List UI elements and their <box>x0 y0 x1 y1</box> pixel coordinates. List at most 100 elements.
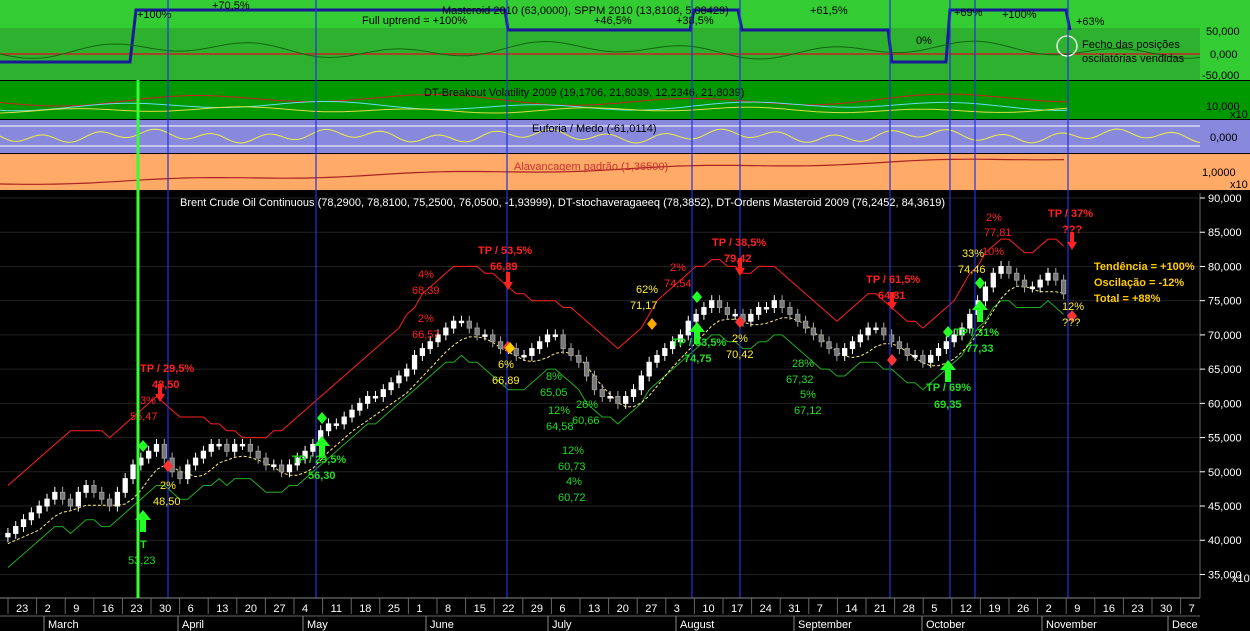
candle-body <box>200 450 207 459</box>
uptrend-note-1: Fecho das posições <box>1082 39 1180 51</box>
signal-diamond-icon <box>692 291 702 303</box>
candle-body <box>263 457 269 466</box>
candle-body <box>583 361 590 377</box>
candle-body <box>756 307 762 315</box>
x-day-label: 29 <box>531 603 543 615</box>
signal-label: 12% <box>562 445 584 457</box>
candle-body <box>130 464 136 480</box>
signal-label: 68,39 <box>412 285 440 297</box>
signal-label: 3% <box>140 395 156 407</box>
candle-body <box>1045 272 1051 281</box>
euforia-scale: 0,000 <box>1210 132 1238 144</box>
uptrend-pct-3: +38,5% <box>676 15 714 27</box>
x-day-label: 21 <box>874 603 886 615</box>
y-tick-label: 60,000 <box>1208 398 1242 410</box>
signal-label: TP / 61,5% <box>866 274 920 286</box>
candle-body <box>28 512 35 521</box>
candle-body <box>849 341 856 350</box>
x-day-label: 23 <box>130 603 142 615</box>
candle-body <box>693 313 699 322</box>
candle-body <box>153 443 160 452</box>
candle-body <box>396 375 402 384</box>
candle-body <box>630 389 637 398</box>
candle-body <box>192 457 199 466</box>
signal-label: 33% <box>962 248 984 260</box>
signal-label: ??? <box>1062 317 1080 329</box>
x-month-label: March <box>48 619 79 631</box>
x-day-label: 27 <box>645 603 657 615</box>
breakout-title: DT-Breakout Volatility 2009 (19,1706, 21… <box>424 87 744 99</box>
x-day-label: 18 <box>359 603 371 615</box>
separator-2 <box>0 119 1250 120</box>
signal-diamond-icon <box>317 412 327 424</box>
y-tick-label: 45,000 <box>1208 501 1242 513</box>
candle-body <box>122 478 128 493</box>
signal-label: 66,89 <box>492 375 520 387</box>
candle-body <box>1021 279 1028 288</box>
candle-body <box>568 348 574 356</box>
x-month-label: Dece <box>1172 619 1198 631</box>
candle-body <box>802 320 809 329</box>
candle-body <box>623 396 629 404</box>
candle-body <box>552 334 558 337</box>
candle-body <box>466 320 472 329</box>
signal-label: TP / 53,5% <box>478 245 532 257</box>
candle-body <box>521 354 527 358</box>
uptrend-pct-8: +63% <box>1076 16 1105 28</box>
signal-label: 65,05 <box>540 387 568 399</box>
candle-body <box>896 341 903 350</box>
chart-canvas: 50,000 0,000 -50,000 10,000 x10 0,000 1,… <box>0 0 1250 631</box>
x-day-label: 26 <box>1017 603 1029 615</box>
summary-tendencia: Tendência = +100% <box>1094 261 1195 273</box>
x-day-label: 7 <box>817 603 823 615</box>
candle-body <box>529 348 535 356</box>
signal-label: 28% <box>792 358 814 370</box>
signal-label: TP / 31% <box>954 327 999 339</box>
candle-body <box>763 307 770 310</box>
candle-body <box>990 272 996 288</box>
candle-body <box>591 375 598 391</box>
x-day-label: 20 <box>245 603 257 615</box>
candle-body <box>1037 279 1043 288</box>
signal-label: 67,32 <box>786 374 814 386</box>
candle-body <box>177 471 183 480</box>
candle-body <box>1014 272 1020 281</box>
candle-body <box>146 450 152 459</box>
candle-body <box>732 313 738 317</box>
signal-diamond-icon <box>887 354 897 366</box>
signal-label: TP / 29,5% <box>140 363 194 375</box>
uptrend-pct-2: +46,5% <box>594 15 632 27</box>
candle-body <box>724 307 731 315</box>
breakout-scale-suffix: x10 <box>1230 109 1248 121</box>
uptrend-pct-6: +69% <box>954 7 983 19</box>
separator-4 <box>0 190 1250 193</box>
candle-body <box>52 491 58 500</box>
candle-body <box>341 416 347 425</box>
x-day-label: 11 <box>331 603 342 615</box>
signal-label: 53,23 <box>128 555 156 567</box>
alavancagem-title: Alavancagem padrão (1,36500) <box>514 161 668 173</box>
signal-label: 26% <box>576 399 598 411</box>
candle-body <box>310 443 316 452</box>
summary-oscilacao: Oscilação = -12% <box>1094 277 1184 289</box>
x-day-label: 23 <box>1131 603 1143 615</box>
candle-body <box>818 334 824 343</box>
signal-label: TP / 29,5% <box>292 454 346 466</box>
separator-3 <box>0 153 1250 154</box>
y-tick-label: 90,000 <box>1208 193 1242 205</box>
x-day-label: 17 <box>731 603 743 615</box>
uptrend-scale-50: 50,000 <box>1206 26 1240 38</box>
x-day-label: 4 <box>302 603 308 615</box>
candle-body <box>185 464 191 480</box>
main-title: Brent Crude Oil Continuous (78,2900, 78,… <box>180 197 945 209</box>
x-day-label: 13 <box>588 603 600 615</box>
candle-body <box>224 443 230 452</box>
x-day-label: 13 <box>216 603 228 615</box>
candle-body <box>497 341 504 350</box>
signal-label: 79,42 <box>724 253 752 265</box>
candle-body <box>443 327 449 336</box>
x-day-label: 30 <box>1160 603 1172 615</box>
candle-body <box>208 443 214 452</box>
candle-body <box>75 491 81 507</box>
candle-body <box>458 320 465 324</box>
